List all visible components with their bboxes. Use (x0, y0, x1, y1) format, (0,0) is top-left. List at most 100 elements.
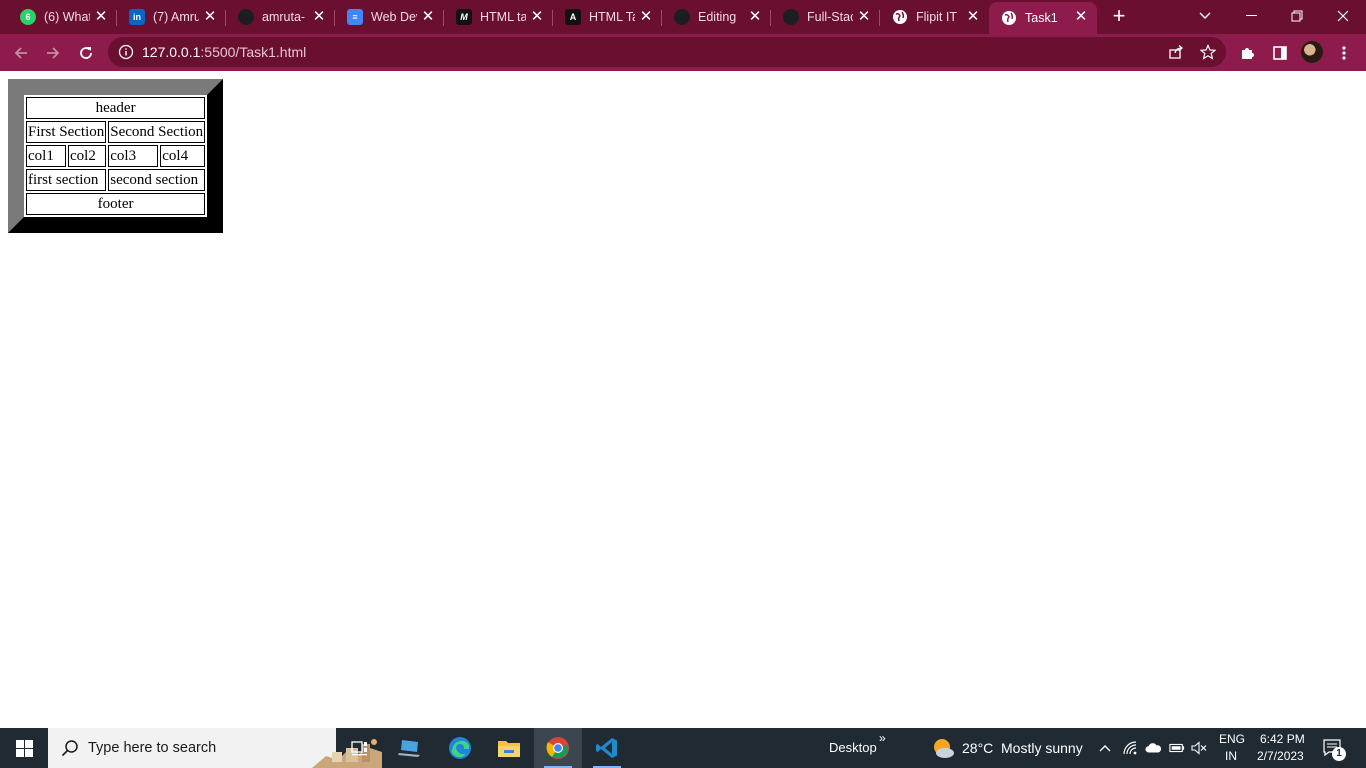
tab-title: amruta- (262, 10, 306, 24)
tab-html-tags-a[interactable]: A HTML Tags ✕ (553, 2, 662, 32)
windows-taskbar: Type here to search Desktop » 28°C Mostl… (0, 728, 1366, 768)
windows-logo-icon (15, 739, 33, 757)
taskbar-search-box[interactable]: Type here to search (48, 728, 382, 768)
start-button[interactable] (0, 728, 48, 768)
first-section-cell: First Section (26, 121, 107, 143)
task-view-icon (351, 741, 367, 756)
laptop-app-icon (398, 740, 420, 757)
side-panel-icon[interactable] (1270, 43, 1290, 63)
new-tab-button[interactable]: + (1108, 5, 1130, 28)
tab-flipit[interactable]: Flipit IT ✕ (880, 2, 989, 32)
taskbar-app-vscode[interactable] (583, 728, 631, 768)
first-section-lower-cell: first section (26, 169, 107, 191)
notification-count-badge: 1 (1332, 747, 1346, 761)
task-view-button[interactable] (336, 728, 384, 768)
wifi-icon[interactable] (1122, 740, 1138, 756)
vscode-icon (596, 738, 617, 758)
github-icon (238, 9, 254, 25)
weather-sunny-cloud-icon[interactable] (931, 737, 955, 764)
bookmark-star-icon[interactable] (1199, 44, 1217, 60)
tab-whatsapp[interactable]: 6 (6) WhatsApp ✕ (8, 2, 117, 32)
tab-title: (6) WhatsApp (44, 10, 90, 24)
close-tab-icon[interactable]: ✕ (965, 9, 981, 25)
address-bar[interactable]: 127.0.0.1:5500/Task1.html (108, 37, 1226, 67)
search-icon (61, 739, 79, 762)
a-logo-icon: A (565, 9, 581, 25)
taskbar-app-chrome[interactable] (534, 728, 582, 768)
share-icon[interactable] (1168, 44, 1184, 60)
restore-button[interactable] (1274, 0, 1320, 32)
close-tab-icon[interactable]: ✕ (420, 9, 436, 25)
tab-title: Full-Stack (807, 10, 853, 24)
tab-github-amruta[interactable]: amruta- ✕ (226, 2, 335, 32)
onedrive-cloud-icon[interactable] (1145, 740, 1161, 756)
clock-date[interactable]: 2/7/2023 (1257, 749, 1304, 763)
col4-cell: col4 (160, 145, 206, 167)
close-tab-icon[interactable]: ✕ (202, 9, 218, 25)
layout-table: header First Section Second Section col1… (8, 79, 224, 233)
page-viewport: header First Section Second Section col1… (0, 71, 1366, 728)
profile-avatar[interactable] (1301, 41, 1323, 63)
tab-task1-active[interactable]: Task1 ✕ (989, 2, 1097, 34)
close-tab-icon[interactable]: ✕ (638, 9, 654, 25)
volume-muted-icon[interactable] (1191, 740, 1207, 756)
close-tab-icon[interactable]: ✕ (747, 9, 763, 25)
extensions-puzzle-icon[interactable] (1238, 43, 1258, 63)
tab-title: Web Dev (371, 10, 417, 24)
globe-icon (892, 9, 908, 25)
github-icon (783, 9, 799, 25)
tab-title: Flipit IT (916, 10, 957, 24)
weather-temperature[interactable]: 28°C (962, 740, 993, 756)
url-text[interactable]: 127.0.0.1:5500/Task1.html (142, 44, 306, 60)
second-section-lower-cell: second section (108, 169, 206, 191)
chrome-browser-icon (546, 737, 569, 759)
github-icon (674, 9, 690, 25)
close-tab-icon[interactable]: ✕ (311, 9, 327, 25)
minimize-button[interactable] (1228, 0, 1274, 32)
url-path: :5500/Task1.html (200, 44, 307, 60)
tab-editing[interactable]: Editing ✕ (662, 2, 771, 32)
tab-search-chevron-icon[interactable] (1182, 0, 1228, 32)
taskbar-app-laptop[interactable] (386, 728, 434, 768)
info-icon[interactable] (118, 44, 134, 65)
browser-toolbar: 127.0.0.1:5500/Task1.html (0, 34, 1366, 71)
double-chevron-icon[interactable]: » (879, 731, 886, 745)
close-tab-icon[interactable]: ✕ (529, 9, 545, 25)
col3-cell: col3 (108, 145, 159, 167)
close-tab-icon[interactable]: ✕ (1073, 9, 1089, 25)
clock-time[interactable]: 6:42 PM (1260, 732, 1305, 746)
header-cell: header (26, 97, 206, 119)
tab-linkedin[interactable]: in (7) Amruta ✕ (117, 2, 226, 32)
tab-html-tags-m[interactable]: M HTML tags ✕ (444, 2, 553, 32)
tab-full-stack[interactable]: Full-Stack ✕ (771, 2, 880, 32)
kebab-menu-icon[interactable] (1334, 43, 1354, 63)
url-host: 127.0.0.1 (142, 44, 201, 60)
tab-title: HTML tags (480, 10, 526, 24)
back-button[interactable] (8, 40, 34, 66)
tab-web-dev[interactable]: ≡ Web Dev ✕ (335, 2, 444, 32)
m-logo-icon: M (456, 9, 472, 25)
folder-icon (498, 741, 520, 757)
taskbar-app-edge[interactable] (436, 728, 484, 768)
taskbar-app-file-explorer[interactable] (485, 728, 533, 768)
close-window-button[interactable] (1320, 0, 1366, 32)
tab-title: HTML Tags (589, 10, 635, 24)
google-docs-icon: ≡ (347, 9, 363, 25)
close-tab-icon[interactable]: ✕ (93, 9, 109, 25)
second-section-cell: Second Section (108, 121, 206, 143)
forward-button[interactable] (40, 40, 66, 66)
show-hidden-icons-chevron-icon[interactable] (1097, 740, 1113, 756)
footer-cell: footer (26, 193, 206, 215)
reload-button[interactable] (73, 40, 99, 66)
desktop-toolbar-label[interactable]: Desktop (829, 740, 877, 755)
input-region-indicator[interactable]: IN (1225, 749, 1237, 763)
battery-icon[interactable] (1169, 740, 1185, 756)
language-indicator[interactable]: ENG (1219, 732, 1245, 746)
close-tab-icon[interactable]: ✕ (856, 9, 872, 25)
col2-cell: col2 (68, 145, 107, 167)
edge-browser-icon (449, 737, 471, 759)
tab-title: (7) Amruta (153, 10, 199, 24)
tab-title: Editing (698, 10, 737, 24)
weather-condition[interactable]: Mostly sunny (1001, 740, 1083, 756)
globe-icon (1001, 10, 1017, 26)
